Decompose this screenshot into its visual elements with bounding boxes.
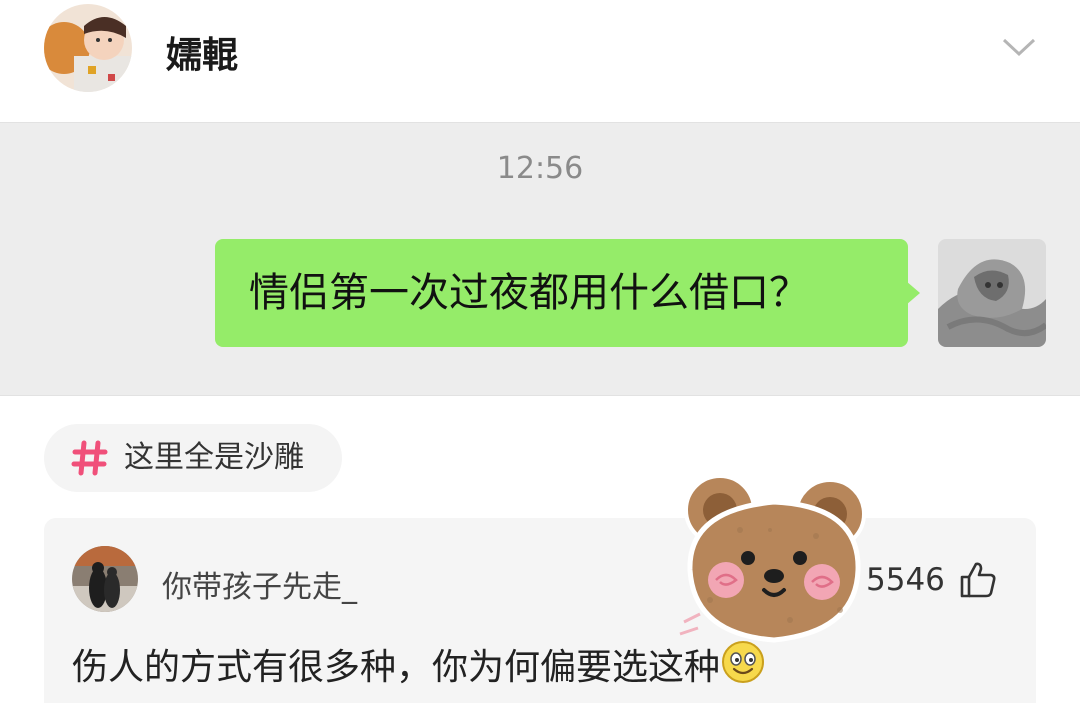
top-comment: 你带孩子先走_ 5546 伤人的方式有很多种，你为何偏要选这种 xyxy=(44,518,1036,703)
bubble-tail xyxy=(906,281,920,305)
chevron-down-icon[interactable] xyxy=(996,30,1042,64)
bear-sticker xyxy=(670,470,880,660)
comment-text: 伤人的方式有很多种，你为何偏要选这种 xyxy=(72,638,766,690)
comment-avatar[interactable] xyxy=(72,546,138,612)
cat-in-blanket-avatar xyxy=(938,239,1046,347)
hash-icon xyxy=(70,438,110,478)
user-avatar[interactable] xyxy=(44,4,132,92)
topic-tag[interactable]: 这里全是沙雕 xyxy=(44,424,342,492)
chat-screenshot: 12:56 情侣第一次过夜都用什么借口？ xyxy=(0,122,1080,396)
chat-timestamp: 12:56 xyxy=(496,151,584,186)
topic-label: 这里全是沙雕 xyxy=(124,440,304,475)
comment-text-content: 伤人的方式有很多种，你为何偏要选这种 xyxy=(72,647,721,688)
chat-message-text: 情侣第一次过夜都用什么借口？ xyxy=(249,270,809,316)
comment-username[interactable]: 你带孩子先走_ xyxy=(162,562,357,606)
chat-message-bubble: 情侣第一次过夜都用什么借口？ xyxy=(215,239,908,347)
thumbs-up-icon[interactable] xyxy=(958,560,998,600)
post-header: 嬬輥 xyxy=(0,0,1080,120)
post-username[interactable]: 嬬輥 xyxy=(166,26,238,78)
